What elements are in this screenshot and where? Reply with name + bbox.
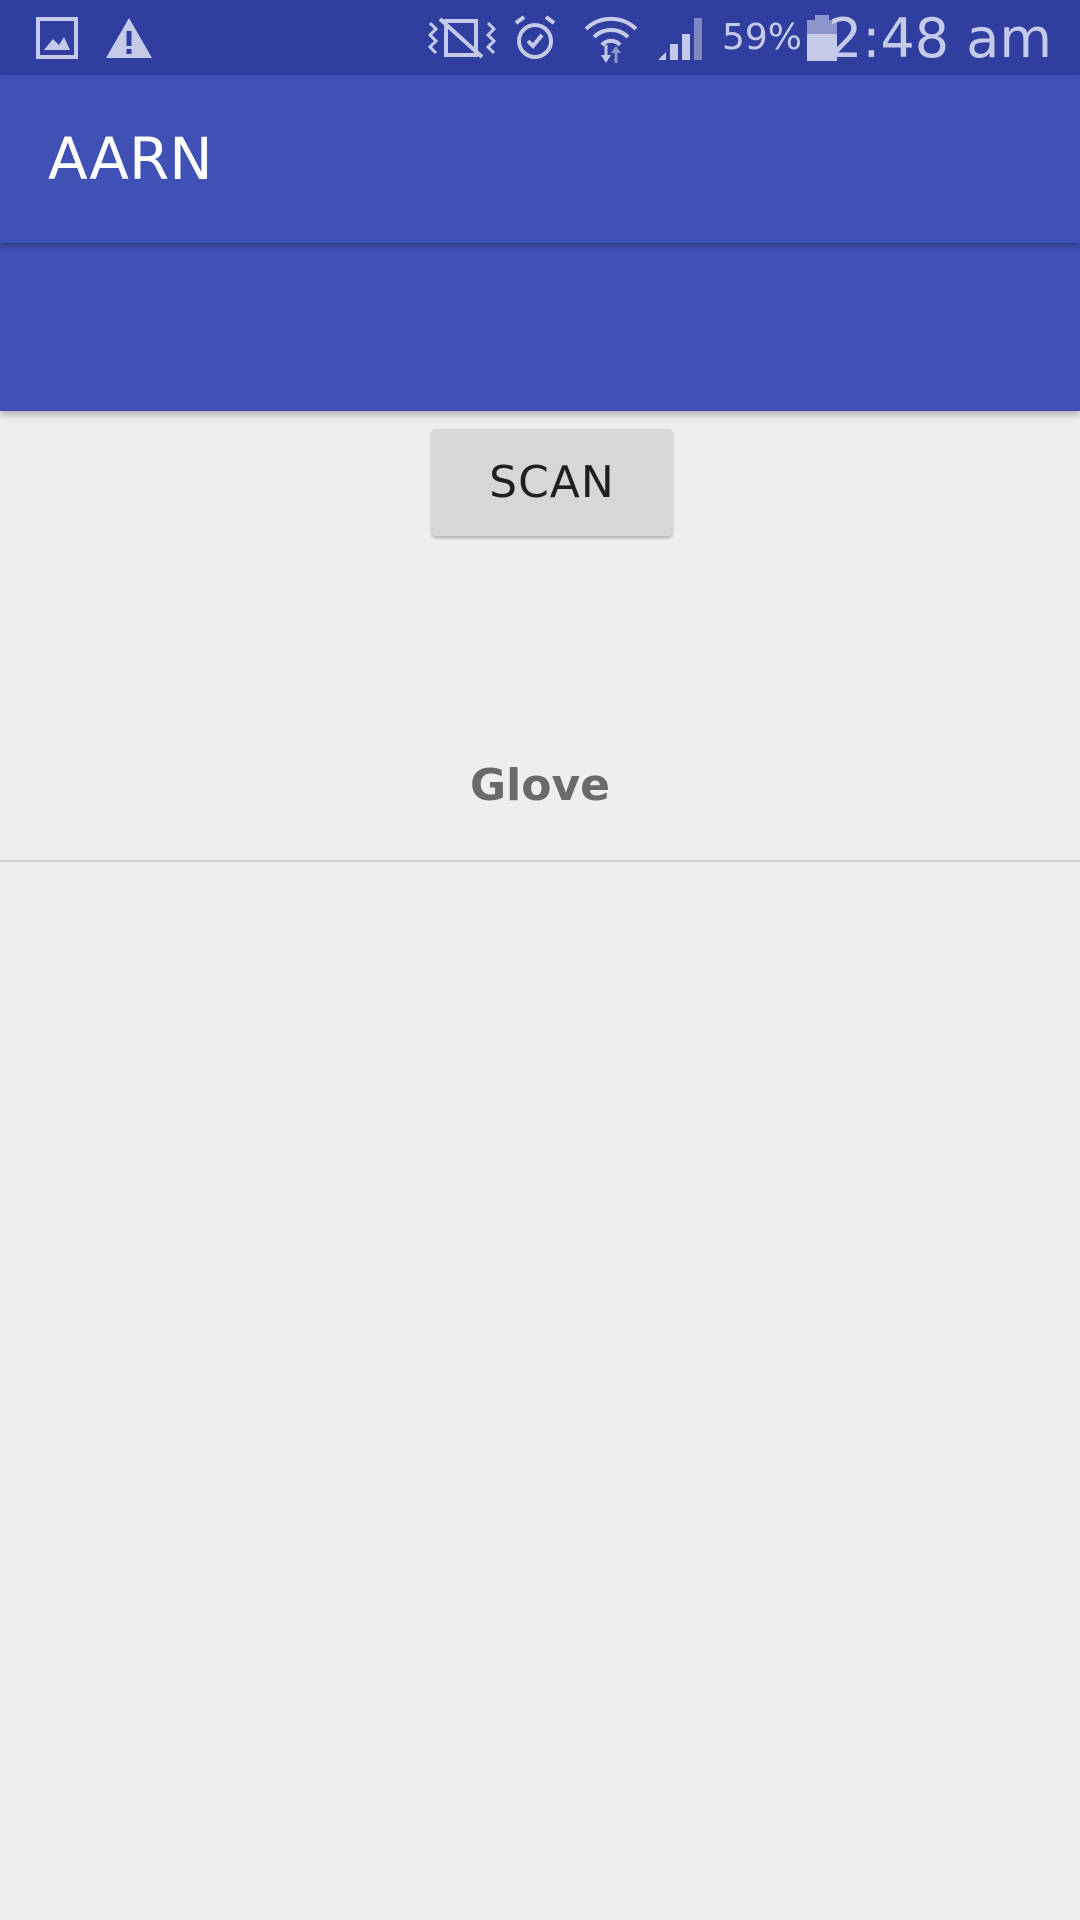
wifi-icon — [582, 0, 640, 75]
signal-icon — [656, 0, 708, 75]
warning-icon — [104, 0, 154, 75]
alarm-icon — [510, 0, 560, 75]
gallery-icon — [36, 0, 78, 75]
scan-button[interactable]: SCAN — [432, 429, 672, 536]
toolbar-extension — [0, 243, 1080, 411]
list-item[interactable]: Glove — [0, 760, 1080, 811]
app-title: AARN — [48, 125, 213, 193]
status-bar: 59% 2:48 am — [0, 0, 1080, 75]
vibrate-icon — [426, 0, 498, 75]
app-screen: 59% 2:48 am AARN SCAN Glove — [0, 0, 1080, 1920]
status-time: 2:48 am — [827, 7, 1052, 70]
app-bar: AARN — [0, 75, 1080, 243]
list-divider — [0, 860, 1080, 862]
battery-percent: 59% — [722, 17, 803, 58]
